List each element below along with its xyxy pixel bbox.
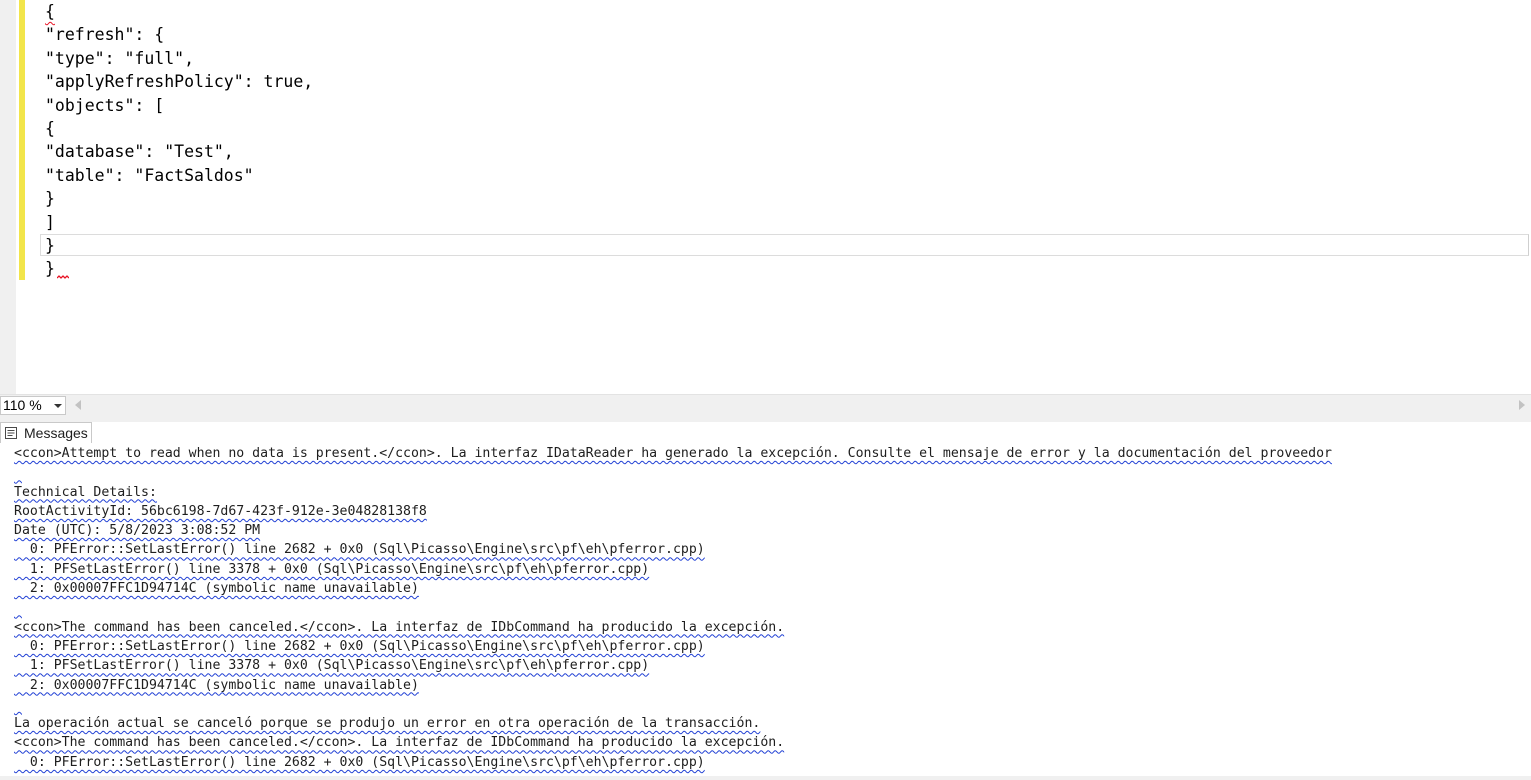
code-line[interactable]: "objects": [: [45, 94, 313, 117]
message-text: <ccon>The command has been canceled.</cc…: [14, 735, 785, 751]
code-line[interactable]: "applyRefreshPolicy": true,: [45, 70, 313, 93]
code-line[interactable]: }: [45, 257, 313, 280]
code-line[interactable]: "database": "Test",: [45, 140, 313, 163]
message-line: 0: PFError::SetLastError() line 2682 + 0…: [14, 753, 1332, 772]
editor-gutter: [0, 0, 16, 394]
query-window: { "refresh": { "type": "full", "applyRef…: [0, 0, 1531, 780]
code-text: ]: [45, 212, 55, 232]
message-lines: <ccon>Attempt to read when no data is pr…: [14, 444, 1332, 772]
code-text: "table": "FactSaldos": [45, 165, 254, 185]
message-line: [14, 463, 1332, 482]
change-tracking-bar: [19, 0, 25, 280]
message-text: 1: PFSetLastError() line 3378 + 0x0 (Sql…: [14, 658, 650, 674]
message-text: RootActivityId: 56bc6198-7d67-423f-912e-…: [14, 503, 427, 519]
editor-status-bar: 110 %: [0, 394, 1531, 417]
zoom-value: 110 %: [3, 397, 42, 413]
scroll-right-arrow-icon[interactable]: [1519, 400, 1525, 410]
message-text: 0: PFError::SetLastError() line 2682 + 0…: [14, 638, 705, 654]
message-line: [14, 598, 1332, 617]
code-line[interactable]: "type": "full",: [45, 47, 313, 70]
message-line: 1: PFSetLastError() line 3378 + 0x0 (Sql…: [14, 560, 1332, 579]
message-text: <ccon>Attempt to read when no data is pr…: [14, 446, 1332, 461]
message-line: <ccon>The command has been canceled.</cc…: [14, 618, 1332, 637]
zoom-dropdown[interactable]: 110 %: [0, 396, 66, 415]
code-line[interactable]: ]: [45, 211, 313, 234]
code-text: }: [45, 189, 55, 209]
messages-panel[interactable]: <ccon>Attempt to read when no data is pr…: [0, 444, 1531, 780]
message-text: <ccon>The command has been canceled.</cc…: [14, 619, 785, 635]
messages-icon: [5, 427, 17, 439]
message-text: 0: PFError::SetLastError() line 2682 + 0…: [14, 754, 705, 770]
message-line: <ccon>Attempt to read when no data is pr…: [14, 444, 1332, 463]
message-line: Date (UTC): 5/8/2023 3:08:52 PM: [14, 521, 1332, 540]
message-text: Date (UTC): 5/8/2023 3:08:52 PM: [14, 523, 261, 539]
code-text: {: [45, 2, 55, 21]
code-line[interactable]: "refresh": {: [45, 23, 313, 46]
message-line: Technical Details:: [14, 483, 1332, 502]
query-editor[interactable]: { "refresh": { "type": "full", "applyRef…: [0, 0, 1531, 394]
results-tab-strip: Messages: [0, 422, 1531, 445]
message-line: [14, 695, 1332, 714]
code-line[interactable]: }: [45, 234, 313, 257]
message-line: <ccon>The command has been canceled.</cc…: [14, 733, 1332, 752]
code-line[interactable]: "table": "FactSaldos": [45, 164, 313, 187]
message-text: 1: PFSetLastError() line 3378 + 0x0 (Sql…: [14, 561, 650, 577]
message-text: La operación actual se canceló porque se…: [14, 716, 761, 732]
code-line[interactable]: }: [45, 187, 313, 210]
code-text: }: [45, 259, 55, 279]
code-text: {: [45, 118, 55, 138]
code-text: "applyRefreshPolicy": true,: [45, 72, 314, 92]
message-line: RootActivityId: 56bc6198-7d67-423f-912e-…: [14, 502, 1332, 521]
code-line[interactable]: {: [45, 117, 313, 140]
message-line: La operación actual se canceló porque se…: [14, 714, 1332, 733]
code-text: "objects": [: [45, 95, 165, 115]
tab-messages-label: Messages: [24, 425, 88, 441]
message-text: Technical Details:: [14, 484, 157, 500]
message-text: 2: 0x00007FFC1D94714C (symbolic name una…: [14, 677, 419, 693]
tab-messages[interactable]: Messages: [0, 422, 92, 443]
message-line: 2: 0x00007FFC1D94714C (symbolic name una…: [14, 676, 1332, 695]
message-line: 0: PFError::SetLastError() line 2682 + 0…: [14, 540, 1332, 559]
code-line[interactable]: {: [45, 0, 313, 23]
message-text: 0: PFError::SetLastError() line 2682 + 0…: [14, 542, 705, 558]
code-lines: { "refresh": { "type": "full", "applyRef…: [45, 0, 313, 281]
code-text: }: [45, 235, 55, 255]
code-text: "refresh": {: [45, 25, 165, 45]
message-line: 0: PFError::SetLastError() line 2682 + 0…: [14, 637, 1332, 656]
code-text: "type": "full",: [45, 48, 195, 68]
message-line: 2: 0x00007FFC1D94714C (symbolic name una…: [14, 579, 1332, 598]
bottom-scroll-edge: [0, 776, 1531, 780]
scroll-left-arrow-icon[interactable]: [75, 400, 81, 410]
message-text: 2: 0x00007FFC1D94714C (symbolic name una…: [14, 581, 419, 597]
code-text: "database": "Test",: [45, 142, 234, 162]
error-squiggle-icon: [56, 275, 69, 280]
chevron-down-icon[interactable]: [54, 404, 62, 408]
message-line: 1: PFSetLastError() line 3378 + 0x0 (Sql…: [14, 656, 1332, 675]
